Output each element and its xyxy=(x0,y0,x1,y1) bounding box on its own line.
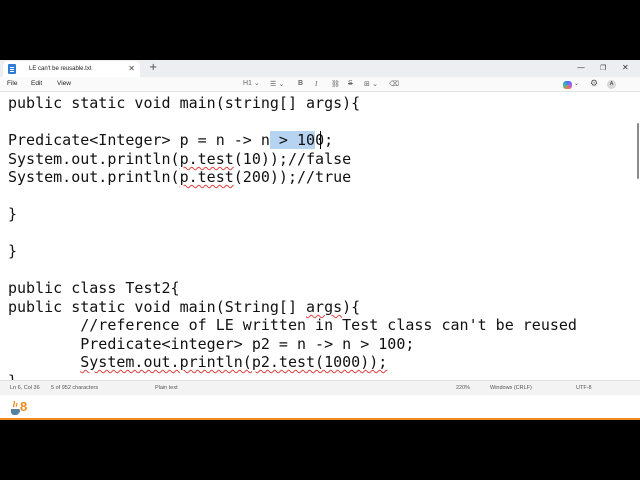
spellcheck-text: System.out.println(p2.test(1000)); xyxy=(80,353,388,371)
new-tab-button[interactable]: + xyxy=(149,62,157,74)
code-text: public class Test2{ xyxy=(8,279,180,297)
text-format[interactable]: Plain text xyxy=(155,385,178,391)
code-line: //reference of LE written in Test class … xyxy=(8,316,577,334)
code-text: Predicate<Integer> p = n -> n xyxy=(8,131,270,149)
code-line: System.out.println(p.test(200));//true xyxy=(8,168,351,186)
copilot-icon[interactable] xyxy=(563,81,572,89)
chevron-down-icon[interactable]: ⌄ xyxy=(574,80,579,87)
line-ending[interactable]: Windows (CRLF) xyxy=(490,385,532,391)
menu-view[interactable]: View xyxy=(57,80,71,87)
code-text: System.out.println( xyxy=(8,150,180,168)
code-text: } xyxy=(8,372,17,380)
spellcheck-text: p.test xyxy=(179,168,234,186)
link-icon[interactable]: ⛓ xyxy=(331,79,340,89)
code-text: Predicate<integer> p2 = n -> n > 100; xyxy=(8,335,415,353)
code-text: //reference of LE written in Test class … xyxy=(8,316,577,334)
channel-branding-strip: 8 xyxy=(0,395,640,420)
code-line: public class Test2{ xyxy=(8,279,180,297)
code-text: ){ xyxy=(342,298,361,316)
close-icon[interactable]: ✕ xyxy=(128,64,135,74)
notepad-icon xyxy=(8,64,16,74)
status-bar: Ln 6, Col 36 5 of 952 characters Plain t… xyxy=(0,380,640,395)
vertical-scrollbar[interactable] xyxy=(635,93,640,380)
code-line: } xyxy=(8,242,17,260)
code-text: System.out.println( xyxy=(8,168,180,186)
code-text: (200));//true xyxy=(233,168,352,186)
code-line: Predicate<integer> p2 = n -> n > 100; xyxy=(8,335,414,353)
code-line: public static void main(String[] args){ xyxy=(8,298,360,316)
code-line: public static void main(string[] args){ xyxy=(8,94,360,112)
clear-formatting-icon[interactable]: ⌫ xyxy=(389,79,399,89)
strikethrough-button[interactable]: S xyxy=(348,79,353,89)
maximize-button[interactable]: ❐ xyxy=(600,62,606,74)
heading-dropdown[interactable]: H1 ⌄ xyxy=(243,79,260,89)
italic-button[interactable]: I xyxy=(315,79,317,89)
spellcheck-text: p.test xyxy=(179,150,234,168)
menu-file[interactable]: File xyxy=(7,80,17,87)
table-dropdown[interactable]: ⊞ ⌄ xyxy=(364,79,378,89)
text-selection: > 10 xyxy=(269,131,316,149)
code-line: System.out.println(p.test(10));//false xyxy=(8,150,351,168)
code-text: public static void main(String[] xyxy=(8,298,307,316)
code-text: } xyxy=(8,205,18,223)
file-tab[interactable]: LE can't be reusable.txt ✕ xyxy=(3,61,140,77)
avatar[interactable]: A xyxy=(607,80,616,89)
notepad-window: LE can't be reusable.txt ✕ + — ❐ ✕ File … xyxy=(0,60,640,420)
title-bar: LE can't be reusable.txt ✕ + — ❐ ✕ xyxy=(0,60,640,77)
window-close-button[interactable]: ✕ xyxy=(622,62,629,74)
tab-title: LE can't be reusable.txt xyxy=(29,66,92,72)
code-text: (10));//false xyxy=(233,150,352,168)
code-line: } xyxy=(8,372,17,380)
code-line: Predicate<Integer> p = n -> n > 100; xyxy=(8,131,333,149)
menu-edit[interactable]: Edit xyxy=(31,80,42,87)
list-dropdown[interactable]: ☰ ⌄ xyxy=(270,79,284,89)
menu-bar: File Edit View H1 ⌄ ☰ ⌄ B I ⛓ S ⊞ ⌄ ⌫ ⌄ … xyxy=(0,77,640,92)
text-caret xyxy=(320,131,321,149)
gear-icon[interactable]: ⚙ xyxy=(590,79,598,89)
minimize-button[interactable]: — xyxy=(577,62,585,74)
code-text: 0; xyxy=(315,131,334,149)
character-count: 5 of 952 characters xyxy=(51,385,99,391)
spellcheck-text: args xyxy=(306,298,343,316)
code-line: System.out.println(p2.test(1000)); xyxy=(8,353,387,371)
java-version-label: 8 xyxy=(20,399,28,414)
code-text: } xyxy=(8,242,18,260)
cursor-position[interactable]: Ln 6, Col 36 xyxy=(10,385,40,391)
zoom-level[interactable]: 220% xyxy=(456,385,470,391)
code-text: public static void main(string[] args){ xyxy=(8,94,361,112)
encoding[interactable]: UTF-8 xyxy=(576,385,592,391)
scrollbar-thumb[interactable] xyxy=(637,123,639,179)
text-editor[interactable]: public static void main(string[] args){ … xyxy=(0,93,640,380)
code-line: } xyxy=(8,205,17,223)
bold-button[interactable]: B xyxy=(298,79,303,89)
